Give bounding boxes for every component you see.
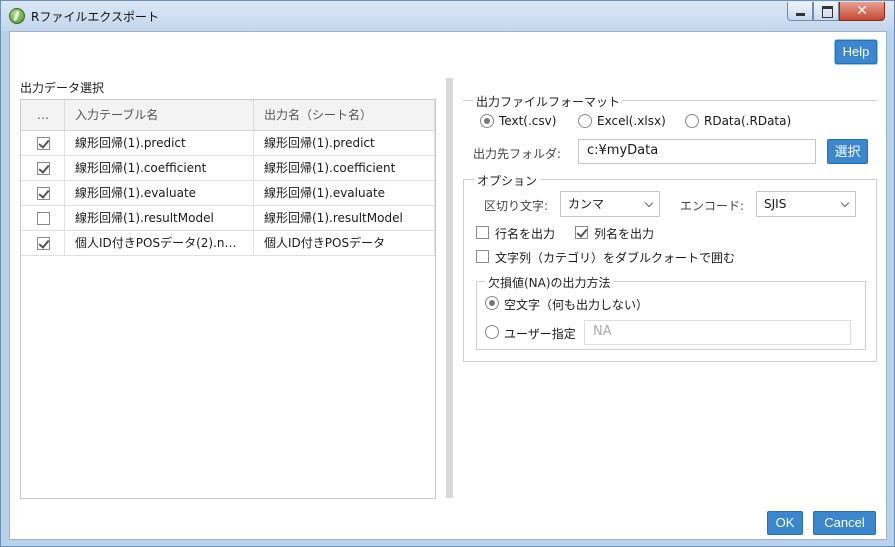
row-select-cell [21, 156, 65, 181]
delimiter-select[interactable]: カンマ [560, 191, 660, 217]
na-empty-label[interactable]: 空文字（何も出力しない） [504, 296, 648, 313]
table-row[interactable]: 個人ID付きPOSデータ(2).n… 個人ID付きPOSデータ [21, 231, 435, 256]
dialog-window: Rファイルエクスポート ✕ Help 出力データ選択 … 入力テーブル名 出力名… [0, 0, 895, 547]
na-custom-input[interactable]: NA [584, 320, 851, 345]
row-select-cell [21, 206, 65, 231]
encode-value: SJIS [764, 197, 787, 211]
format-rdata-radio[interactable] [685, 114, 699, 128]
format-csv-label[interactable]: Text(.csv) [499, 114, 556, 128]
window-title: Rファイルエクスポート [31, 10, 159, 24]
encode-select[interactable]: SJIS [756, 191, 856, 217]
maximize-button[interactable] [813, 2, 839, 21]
quote-strings-label[interactable]: 文字列（カテゴリ）をダブルクォートで囲む [495, 249, 735, 266]
input-table-name-cell[interactable]: 線形回帰(1).coefficient [65, 156, 254, 181]
help-button[interactable]: Help [835, 40, 877, 64]
format-csv-radio[interactable] [480, 114, 494, 128]
input-table-name-cell[interactable]: 線形回帰(1).predict [65, 131, 254, 156]
table-row[interactable]: 線形回帰(1).evaluate 線形回帰(1).evaluate [21, 181, 435, 206]
grid-header-input-table[interactable]: 入力テーブル名 [65, 100, 254, 131]
table-row[interactable]: 線形回帰(1).resultModel 線形回帰(1).resultModel [21, 206, 435, 231]
format-legend: 出力ファイルフォーマット [473, 93, 624, 110]
delimiter-value: カンマ [568, 197, 605, 211]
chevron-down-icon [840, 198, 850, 208]
table-row[interactable]: 線形回帰(1).predict 線形回帰(1).predict [21, 131, 435, 156]
format-xlsx-label[interactable]: Excel(.xlsx) [597, 114, 666, 128]
row-names-label[interactable]: 行名を出力 [495, 225, 555, 242]
delimiter-label: 区切り文字: [484, 199, 549, 213]
input-table-name-cell[interactable]: 線形回帰(1).resultModel [65, 206, 254, 231]
close-button[interactable]: ✕ [839, 2, 885, 21]
output-data-grid: … 入力テーブル名 出力名（シート名） 線形回帰(1).predict 線形回帰(… [20, 99, 436, 499]
dialog-body: Help 出力データ選択 … 入力テーブル名 出力名（シート名） 線形回帰(1)… [9, 31, 887, 540]
options-legend: オプション [474, 172, 541, 189]
output-folder-input[interactable]: c:¥myData [578, 139, 816, 164]
table-row[interactable]: 線形回帰(1).coefficient 線形回帰(1).coefficient [21, 156, 435, 181]
output-folder-label: 出力先フォルダ: [473, 147, 562, 161]
select-folder-button[interactable]: 選択 [827, 139, 868, 164]
output-name-cell[interactable]: 線形回帰(1).evaluate [254, 181, 435, 206]
title-bar[interactable]: Rファイルエクスポート ✕ [1, 1, 894, 31]
row-checkbox[interactable] [37, 187, 50, 200]
output-name-cell[interactable]: 線形回帰(1).coefficient [254, 156, 435, 181]
cancel-button[interactable]: Cancel [813, 511, 876, 535]
row-select-cell [21, 231, 65, 256]
row-select-cell [21, 181, 65, 206]
close-icon: ✕ [856, 3, 868, 19]
output-data-section-title: 出力データ選択 [20, 81, 105, 95]
na-custom-radio[interactable] [485, 325, 499, 339]
row-checkbox[interactable] [37, 212, 50, 225]
input-table-name-cell[interactable]: 線形回帰(1).evaluate [65, 181, 254, 206]
grid-header-select[interactable]: … [21, 100, 65, 131]
col-names-label[interactable]: 列名を出力 [594, 225, 654, 242]
na-custom-label[interactable]: ユーザー指定 [504, 325, 576, 342]
quote-strings-checkbox[interactable] [476, 250, 489, 263]
row-checkbox[interactable] [37, 162, 50, 175]
row-select-cell [21, 131, 65, 156]
col-names-checkbox[interactable] [575, 226, 588, 239]
grid-header: … 入力テーブル名 出力名（シート名） [21, 100, 435, 131]
na-empty-radio[interactable] [485, 296, 499, 310]
format-xlsx-radio[interactable] [578, 114, 592, 128]
row-names-checkbox[interactable] [476, 226, 489, 239]
app-logo-icon [9, 8, 25, 24]
na-legend: 欠損値(NA)の出力方法 [485, 274, 614, 291]
chevron-down-icon [644, 198, 654, 208]
row-checkbox[interactable] [37, 237, 50, 250]
ok-button[interactable]: OK [767, 511, 803, 535]
output-name-cell[interactable]: 線形回帰(1).predict [254, 131, 435, 156]
output-name-cell[interactable]: 個人ID付きPOSデータ [254, 231, 435, 256]
input-table-name-cell[interactable]: 個人ID付きPOSデータ(2).n… [65, 231, 254, 256]
output-name-cell[interactable]: 線形回帰(1).resultModel [254, 206, 435, 231]
format-rdata-label[interactable]: RData(.RData) [704, 114, 791, 128]
grid-header-output-name[interactable]: 出力名（シート名） [254, 100, 435, 131]
minimize-button[interactable] [787, 2, 813, 21]
pane-splitter[interactable] [446, 78, 453, 498]
encode-label: エンコード: [680, 199, 745, 213]
row-checkbox[interactable] [37, 137, 50, 150]
